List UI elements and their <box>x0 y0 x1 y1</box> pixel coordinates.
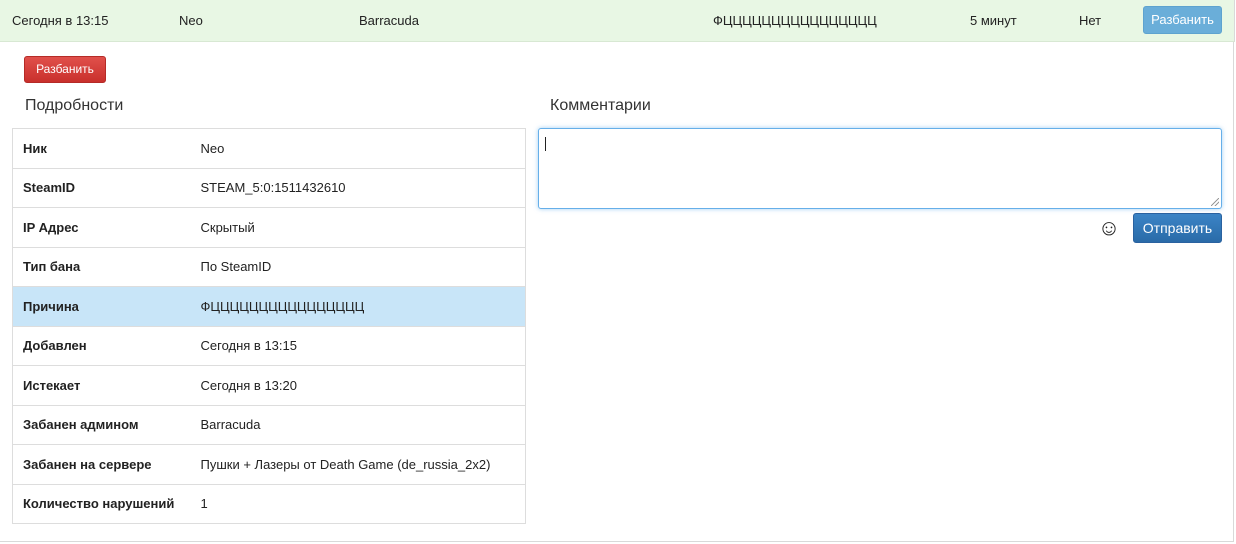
text-caret <box>545 137 546 151</box>
comment-input[interactable] <box>538 128 1222 209</box>
detail-value: ФЦЦЦЦЦЦЦЦЦЦЦЦЦЦЦЦ <box>190 286 526 326</box>
detail-value: Скрытый <box>190 207 526 247</box>
detail-key: Истекает <box>12 365 191 405</box>
detail-key: Добавлен <box>12 325 191 366</box>
details-row-violations: Количество нарушений 1 <box>12 483 526 524</box>
detail-key: SteamID <box>12 167 191 208</box>
ban-flag: Нет <box>1079 13 1102 28</box>
ban-duration: 5 минут <box>970 13 1017 28</box>
details-row-expires: Истекает Сегодня в 13:20 <box>12 365 526 405</box>
detail-key: Количество нарушений <box>12 483 191 524</box>
details-row-ip: IP Адрес Скрытый <box>12 207 526 247</box>
detail-value: Сегодня в 13:15 <box>190 325 526 366</box>
detail-value: Сегодня в 13:20 <box>190 365 526 405</box>
detail-key: Тип бана <box>12 246 191 287</box>
detail-value: По SteamID <box>190 246 526 287</box>
detail-key: IP Адрес <box>12 207 191 247</box>
detail-key: Ник <box>12 128 191 168</box>
detail-key: Забанен на сервере <box>12 444 191 484</box>
details-row-nick: Ник Neo <box>12 128 526 168</box>
detail-value: 1 <box>190 483 526 524</box>
detail-value: STEAM_5:0:1511432610 <box>190 167 526 208</box>
comments-heading: Комментарии <box>550 97 651 114</box>
details-row-ban-type: Тип бана По SteamID <box>12 246 526 287</box>
details-table: Ник Neo SteamID STEAM_5:0:1511432610 IP … <box>12 128 526 524</box>
ban-reason: ФЦЦЦЦЦЦЦЦЦЦЦЦЦЦЦЦ <box>713 13 877 28</box>
details-row-added: Добавлен Сегодня в 13:15 <box>12 325 526 366</box>
detail-value: Barracuda <box>190 404 526 445</box>
row-unban-button[interactable]: Разбанить <box>1143 6 1222 34</box>
ban-admin: Barracuda <box>359 13 419 28</box>
detail-value: Пушки + Лазеры от Death Game (de_russia_… <box>190 444 526 484</box>
ban-nick: Neo <box>179 13 203 28</box>
detail-value: Neo <box>190 128 526 168</box>
detail-key: Причина <box>12 286 191 326</box>
details-row-reason: Причина ФЦЦЦЦЦЦЦЦЦЦЦЦЦЦЦЦ <box>12 286 526 326</box>
ban-date: Сегодня в 13:15 <box>12 13 109 28</box>
resize-handle[interactable] <box>1211 198 1219 206</box>
details-row-admin: Забанен админом Barracuda <box>12 404 526 445</box>
details-heading: Подробности <box>25 97 124 114</box>
ban-list-row[interactable]: Сегодня в 13:15 Neo Barracuda ФЦЦЦЦЦЦЦЦЦ… <box>0 0 1235 42</box>
details-row-server: Забанен на сервере Пушки + Лазеры от Dea… <box>12 444 526 484</box>
unban-button[interactable]: Разбанить <box>24 56 106 83</box>
smiley-icon[interactable]: ☺ <box>1097 216 1121 240</box>
send-button[interactable]: Отправить <box>1133 213 1222 243</box>
detail-key: Забанен админом <box>12 404 191 445</box>
details-row-steamid: SteamID STEAM_5:0:1511432610 <box>12 167 526 208</box>
